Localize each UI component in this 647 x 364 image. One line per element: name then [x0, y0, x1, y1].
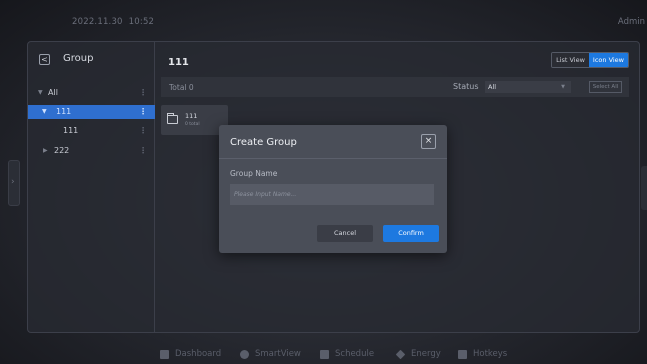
- total-count: Total 0: [169, 83, 194, 92]
- right-drawer-handle[interactable]: [641, 166, 647, 210]
- user-label[interactable]: Admin: [618, 17, 645, 27]
- confirm-button[interactable]: Confirm: [383, 225, 439, 242]
- status-dropdown[interactable]: All ▼: [485, 81, 571, 93]
- group-card-name: 111: [185, 112, 198, 120]
- list-view-button[interactable]: List View: [552, 53, 589, 67]
- nav-smartview[interactable]: SmartView: [240, 349, 301, 359]
- hotkeys-icon: [458, 349, 467, 359]
- energy-icon: [395, 349, 406, 359]
- tree-item-label: All: [48, 88, 58, 97]
- caret-right-icon[interactable]: ▶: [43, 144, 48, 158]
- sidebar-title: Group: [63, 53, 94, 64]
- more-options-icon[interactable]: ⋮: [139, 86, 147, 100]
- nav-label: Schedule: [335, 349, 375, 359]
- page-title: 111: [168, 57, 189, 68]
- time-text: 10:52: [128, 17, 155, 27]
- create-group-dialog: Create Group × Group Name Cancel Confirm: [219, 125, 447, 253]
- smartview-icon: [240, 349, 249, 359]
- chevron-right-icon: ›: [11, 177, 15, 187]
- status-label: Status: [453, 82, 479, 91]
- nav-label: Energy: [411, 349, 441, 359]
- dashboard-icon: [160, 349, 169, 359]
- nav-energy[interactable]: Energy: [395, 349, 441, 359]
- nav-label: Dashboard: [175, 349, 222, 359]
- tree-item-label: 111: [56, 107, 72, 116]
- tree-item-all[interactable]: ▼ All ⋮: [28, 86, 155, 100]
- tree-item-111-selected[interactable]: ▼ 111 ⋮: [28, 105, 155, 119]
- datetime: 2022.11.30 10:52: [72, 17, 154, 27]
- status-dropdown-value: All: [488, 83, 497, 91]
- close-icon[interactable]: ×: [421, 134, 436, 149]
- divider: [219, 158, 447, 159]
- nav-hotkeys[interactable]: Hotkeys: [458, 349, 507, 359]
- nav-dashboard[interactable]: Dashboard: [160, 349, 221, 359]
- group-sidebar: < Group ▼ All ⋮ ▼ 111 ⋮ 111 ⋮ ▶ 222 ⋮: [28, 42, 155, 332]
- select-all-button[interactable]: Select All: [589, 81, 622, 93]
- filter-bar: Total 0 Status All ▼ Select All: [161, 77, 629, 97]
- left-drawer-handle[interactable]: ›: [8, 160, 20, 206]
- back-button[interactable]: <: [39, 54, 50, 65]
- more-options-icon[interactable]: ⋮: [139, 124, 147, 138]
- nav-label: Hotkeys: [473, 349, 508, 359]
- view-toggle: List View Icon View: [551, 52, 629, 68]
- tree-item-label: 111: [63, 126, 79, 135]
- bottom-nav: Dashboard SmartView Schedule Energy Hotk…: [0, 345, 647, 364]
- group-card-count: 0 total: [185, 122, 200, 127]
- tree-item-label: 222: [54, 146, 70, 155]
- nav-label: SmartView: [255, 349, 301, 359]
- dialog-title: Create Group: [230, 137, 297, 148]
- group-name-input[interactable]: [230, 184, 434, 205]
- cancel-button[interactable]: Cancel: [317, 225, 373, 242]
- group-name-label: Group Name: [230, 169, 278, 178]
- top-bar: 2022.11.30 10:52 Admin: [0, 0, 647, 40]
- tree-item-222[interactable]: ▶ 222 ⋮: [28, 144, 155, 158]
- more-options-icon[interactable]: ⋮: [139, 144, 147, 158]
- folder-icon: [167, 113, 178, 124]
- date-text: 2022.11.30: [72, 17, 123, 27]
- icon-view-button[interactable]: Icon View: [588, 53, 628, 67]
- nav-schedule[interactable]: Schedule: [320, 349, 374, 359]
- chevron-down-icon: ▼: [561, 84, 565, 90]
- caret-down-icon[interactable]: ▼: [38, 86, 43, 100]
- tree-item-111-child[interactable]: 111 ⋮: [28, 124, 155, 138]
- group-card[interactable]: 111 0 total: [161, 105, 228, 135]
- schedule-icon: [320, 349, 329, 359]
- caret-down-icon[interactable]: ▼: [42, 105, 47, 119]
- more-options-icon[interactable]: ⋮: [139, 105, 147, 119]
